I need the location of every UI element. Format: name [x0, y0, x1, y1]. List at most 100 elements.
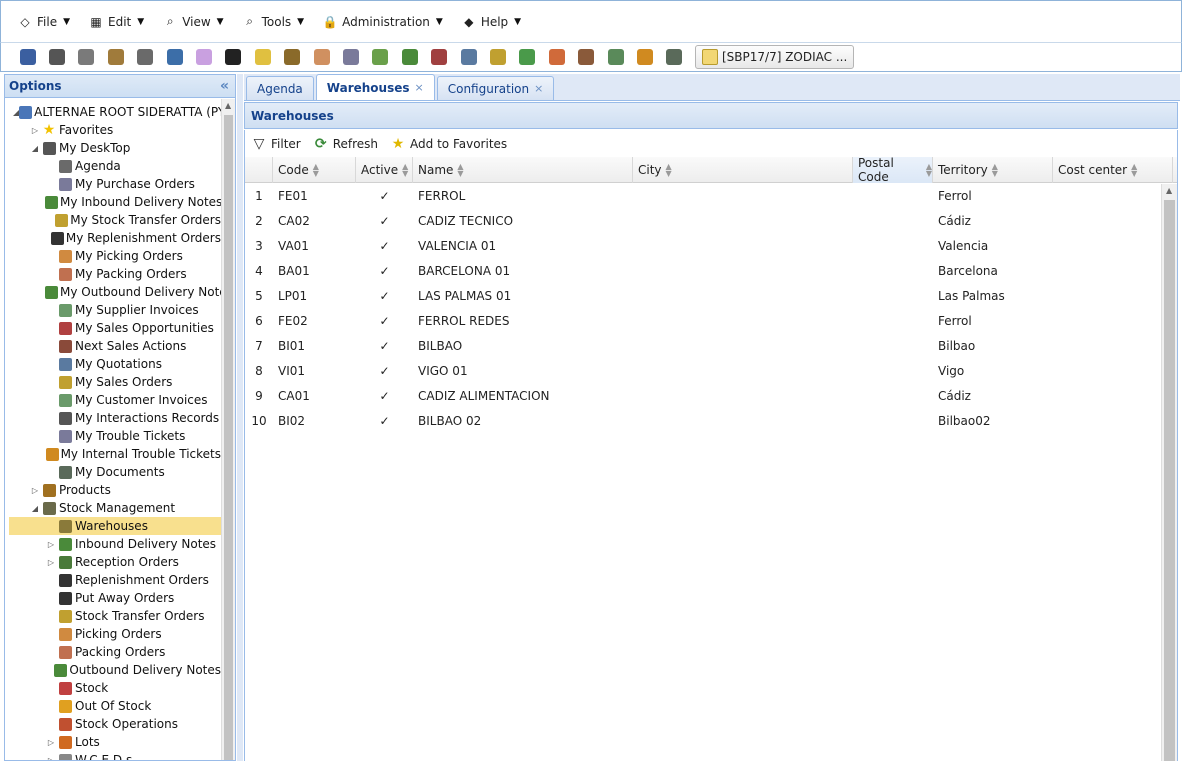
tree-item-my-internal-trouble-tickets[interactable]: My Internal Trouble Tickets	[5, 445, 221, 463]
grid-scroll-up-icon[interactable]: ▲	[1166, 186, 1172, 195]
tree-item-stock[interactable]: Stock	[5, 679, 221, 697]
person-button[interactable]	[424, 45, 453, 69]
database-button[interactable]	[160, 45, 189, 69]
column-header-city[interactable]: City ▲ ▼	[633, 157, 853, 183]
delivery-out-button[interactable]	[395, 45, 424, 69]
tab-agenda[interactable]: Agenda	[246, 76, 314, 100]
tree-item-my-desktop[interactable]: ◢ My DeskTop	[5, 139, 221, 157]
paste-button[interactable]	[101, 45, 130, 69]
tree-scroll-thumb[interactable]	[224, 115, 233, 760]
grid-scroll-thumb[interactable]	[1164, 200, 1175, 761]
truck-button[interactable]	[278, 45, 307, 69]
users-button[interactable]	[219, 45, 248, 69]
filter-button[interactable]: ▽ Filter	[251, 136, 301, 152]
tree-item-my-packing-orders[interactable]: My Packing Orders	[5, 265, 221, 283]
bug-button[interactable]	[630, 45, 659, 69]
grid-scrollbar[interactable]: ▲	[1161, 184, 1177, 761]
tree-item-my-interactions-records[interactable]: My Interactions Records	[5, 409, 221, 427]
add-to-favorites-button[interactable]: ★ Add to Favorites	[390, 136, 507, 152]
tree-item-my-documents[interactable]: My Documents	[5, 463, 221, 481]
archive-button[interactable]	[660, 45, 689, 69]
supplier-invoice-button[interactable]	[513, 45, 542, 69]
menu-tools[interactable]: ⌕ Tools ▼	[236, 8, 310, 36]
close-icon[interactable]: ×	[415, 81, 424, 94]
menu-edit[interactable]: ▦ Edit ▼	[82, 8, 150, 36]
tree-item-my-outbound-delivery-note[interactable]: My Outbound Delivery Note	[5, 283, 227, 301]
box-button[interactable]	[189, 45, 218, 69]
tree-item-my-sales-orders[interactable]: My Sales Orders	[5, 373, 221, 391]
package-button[interactable]	[307, 45, 336, 69]
tree-item-stock-transfer-orders[interactable]: Stock Transfer Orders	[5, 607, 221, 625]
tree-item-outbound-delivery-notes[interactable]: Outbound Delivery Notes	[5, 661, 221, 679]
column-header-cost[interactable]: Cost center ▲ ▼	[1053, 157, 1173, 183]
table-row[interactable]: 8 VI01 ✓ VIGO 01 Vigo	[245, 358, 1177, 383]
tree-item-replenishment-orders[interactable]: Replenishment Orders	[5, 571, 221, 589]
column-header-territory[interactable]: Territory ▲ ▼	[933, 157, 1053, 183]
tree-item-my-customer-invoices[interactable]: My Customer Invoices	[5, 391, 221, 409]
contact-button[interactable]	[571, 45, 600, 69]
tree-scrollbar[interactable]: ▲	[221, 99, 235, 760]
tree-item-packing-orders[interactable]: Packing Orders	[5, 643, 221, 661]
tree-item-warehouses[interactable]: Warehouses	[9, 517, 221, 535]
cut-button[interactable]	[42, 45, 71, 69]
table-row[interactable]: 1 FE01 ✓ FERROL Ferrol	[245, 183, 1177, 208]
menu-file[interactable]: ◇ File ▼	[11, 8, 76, 36]
tree-item-stock-operations[interactable]: Stock Operations	[5, 715, 221, 733]
table-row[interactable]: 3 VA01 ✓ VALENCIA 01 Valencia	[245, 233, 1177, 258]
tree-item-favorites[interactable]: ▷ ★ Favorites	[5, 121, 221, 139]
session-button[interactable]: [SBP17/7] ZODIAC ...	[694, 45, 855, 69]
delivery-button[interactable]	[366, 45, 395, 69]
column-header-name[interactable]: Name ▲ ▼	[413, 157, 633, 183]
expand-arrow-icon[interactable]: ▷	[29, 126, 41, 135]
copy-button[interactable]	[72, 45, 101, 69]
expand-arrow-icon[interactable]: ▷	[45, 558, 57, 567]
menu-help[interactable]: ◆ Help ▼	[455, 8, 527, 36]
collapse-arrow-icon[interactable]: ◢	[29, 504, 41, 513]
calculator-button[interactable]	[454, 45, 483, 69]
expand-arrow-icon[interactable]: ▷	[45, 540, 57, 549]
print-button[interactable]	[13, 45, 42, 69]
column-header-code[interactable]: Code ▲ ▼	[273, 157, 356, 183]
table-row[interactable]: 7 BI01 ✓ BILBAO Bilbao	[245, 333, 1177, 358]
table-row[interactable]: 4 BA01 ✓ BARCELONA 01 Barcelona	[245, 258, 1177, 283]
tree-item-out-of-stock[interactable]: Out Of Stock	[5, 697, 221, 715]
tree-item-my-stock-transfer-orders[interactable]: My Stock Transfer Orders	[5, 211, 221, 229]
table-row[interactable]: 5 LP01 ✓ LAS PALMAS 01 Las Palmas	[245, 283, 1177, 308]
tab-warehouses[interactable]: Warehouses ×	[315, 74, 435, 100]
scroll-up-icon[interactable]: ▲	[225, 101, 231, 110]
sales-button[interactable]	[483, 45, 512, 69]
tree-item-inbound-delivery-notes[interactable]: ▷ Inbound Delivery Notes	[5, 535, 221, 553]
table-row[interactable]: 10 BI02 ✓ BILBAO 02 Bilbao02	[245, 408, 1177, 433]
menu-administration[interactable]: 🔒 Administration ▼	[316, 8, 449, 36]
home-button[interactable]	[542, 45, 571, 69]
column-header-active[interactable]: Active ▲ ▼	[356, 157, 413, 183]
tree-item-put-away-orders[interactable]: Put Away Orders	[5, 589, 221, 607]
tree-item-alternae-root-sideratta-py[interactable]: ◢ ALTERNAE ROOT SIDERATTA (PY	[5, 103, 225, 121]
tree-item-my-purchase-orders[interactable]: My Purchase Orders	[5, 175, 221, 193]
panel-splitter[interactable]	[237, 74, 243, 761]
expand-arrow-icon[interactable]: ▷	[45, 756, 57, 761]
tree-item-my-replenishment-orders[interactable]: My Replenishment Orders	[5, 229, 221, 247]
tree-item-next-sales-actions[interactable]: Next Sales Actions	[5, 337, 221, 355]
tree-item-my-quotations[interactable]: My Quotations	[5, 355, 221, 373]
calendar-button[interactable]	[131, 45, 160, 69]
tree-item-agenda[interactable]: Agenda	[5, 157, 221, 175]
tree-item-my-sales-opportunities[interactable]: My Sales Opportunities	[5, 319, 221, 337]
tree-item-lots[interactable]: ▷ Lots	[5, 733, 221, 751]
tree-item-my-inbound-delivery-notes[interactable]: My Inbound Delivery Notes	[5, 193, 222, 211]
column-header-postal[interactable]: Postal Code ▲ ▼	[853, 156, 933, 184]
tree-item-my-trouble-tickets[interactable]: My Trouble Tickets	[5, 427, 221, 445]
table-row[interactable]: 9 CA01 ✓ CADIZ ALIMENTACION Cádiz	[245, 383, 1177, 408]
collapse-left-icon[interactable]: «	[220, 78, 229, 94]
tree-item-w-c-e-d-s[interactable]: ▷ W.C.E.D.s	[5, 751, 221, 761]
table-row[interactable]: 6 FE02 ✓ FERROL REDES Ferrol	[245, 308, 1177, 333]
tree-item-reception-orders[interactable]: ▷ Reception Orders	[5, 553, 221, 571]
expand-arrow-icon[interactable]: ▷	[29, 486, 41, 495]
tree-item-picking-orders[interactable]: Picking Orders	[5, 625, 221, 643]
refresh-button[interactable]: ⟳ Refresh	[313, 136, 378, 152]
tree-item-stock-management[interactable]: ◢ Stock Management	[5, 499, 221, 517]
expand-arrow-icon[interactable]: ▷	[45, 738, 57, 747]
table-row[interactable]: 2 CA02 ✓ CADIZ TECNICO Cádiz	[245, 208, 1177, 233]
collapse-arrow-icon[interactable]: ◢	[29, 144, 41, 153]
invoice-button[interactable]	[336, 45, 365, 69]
